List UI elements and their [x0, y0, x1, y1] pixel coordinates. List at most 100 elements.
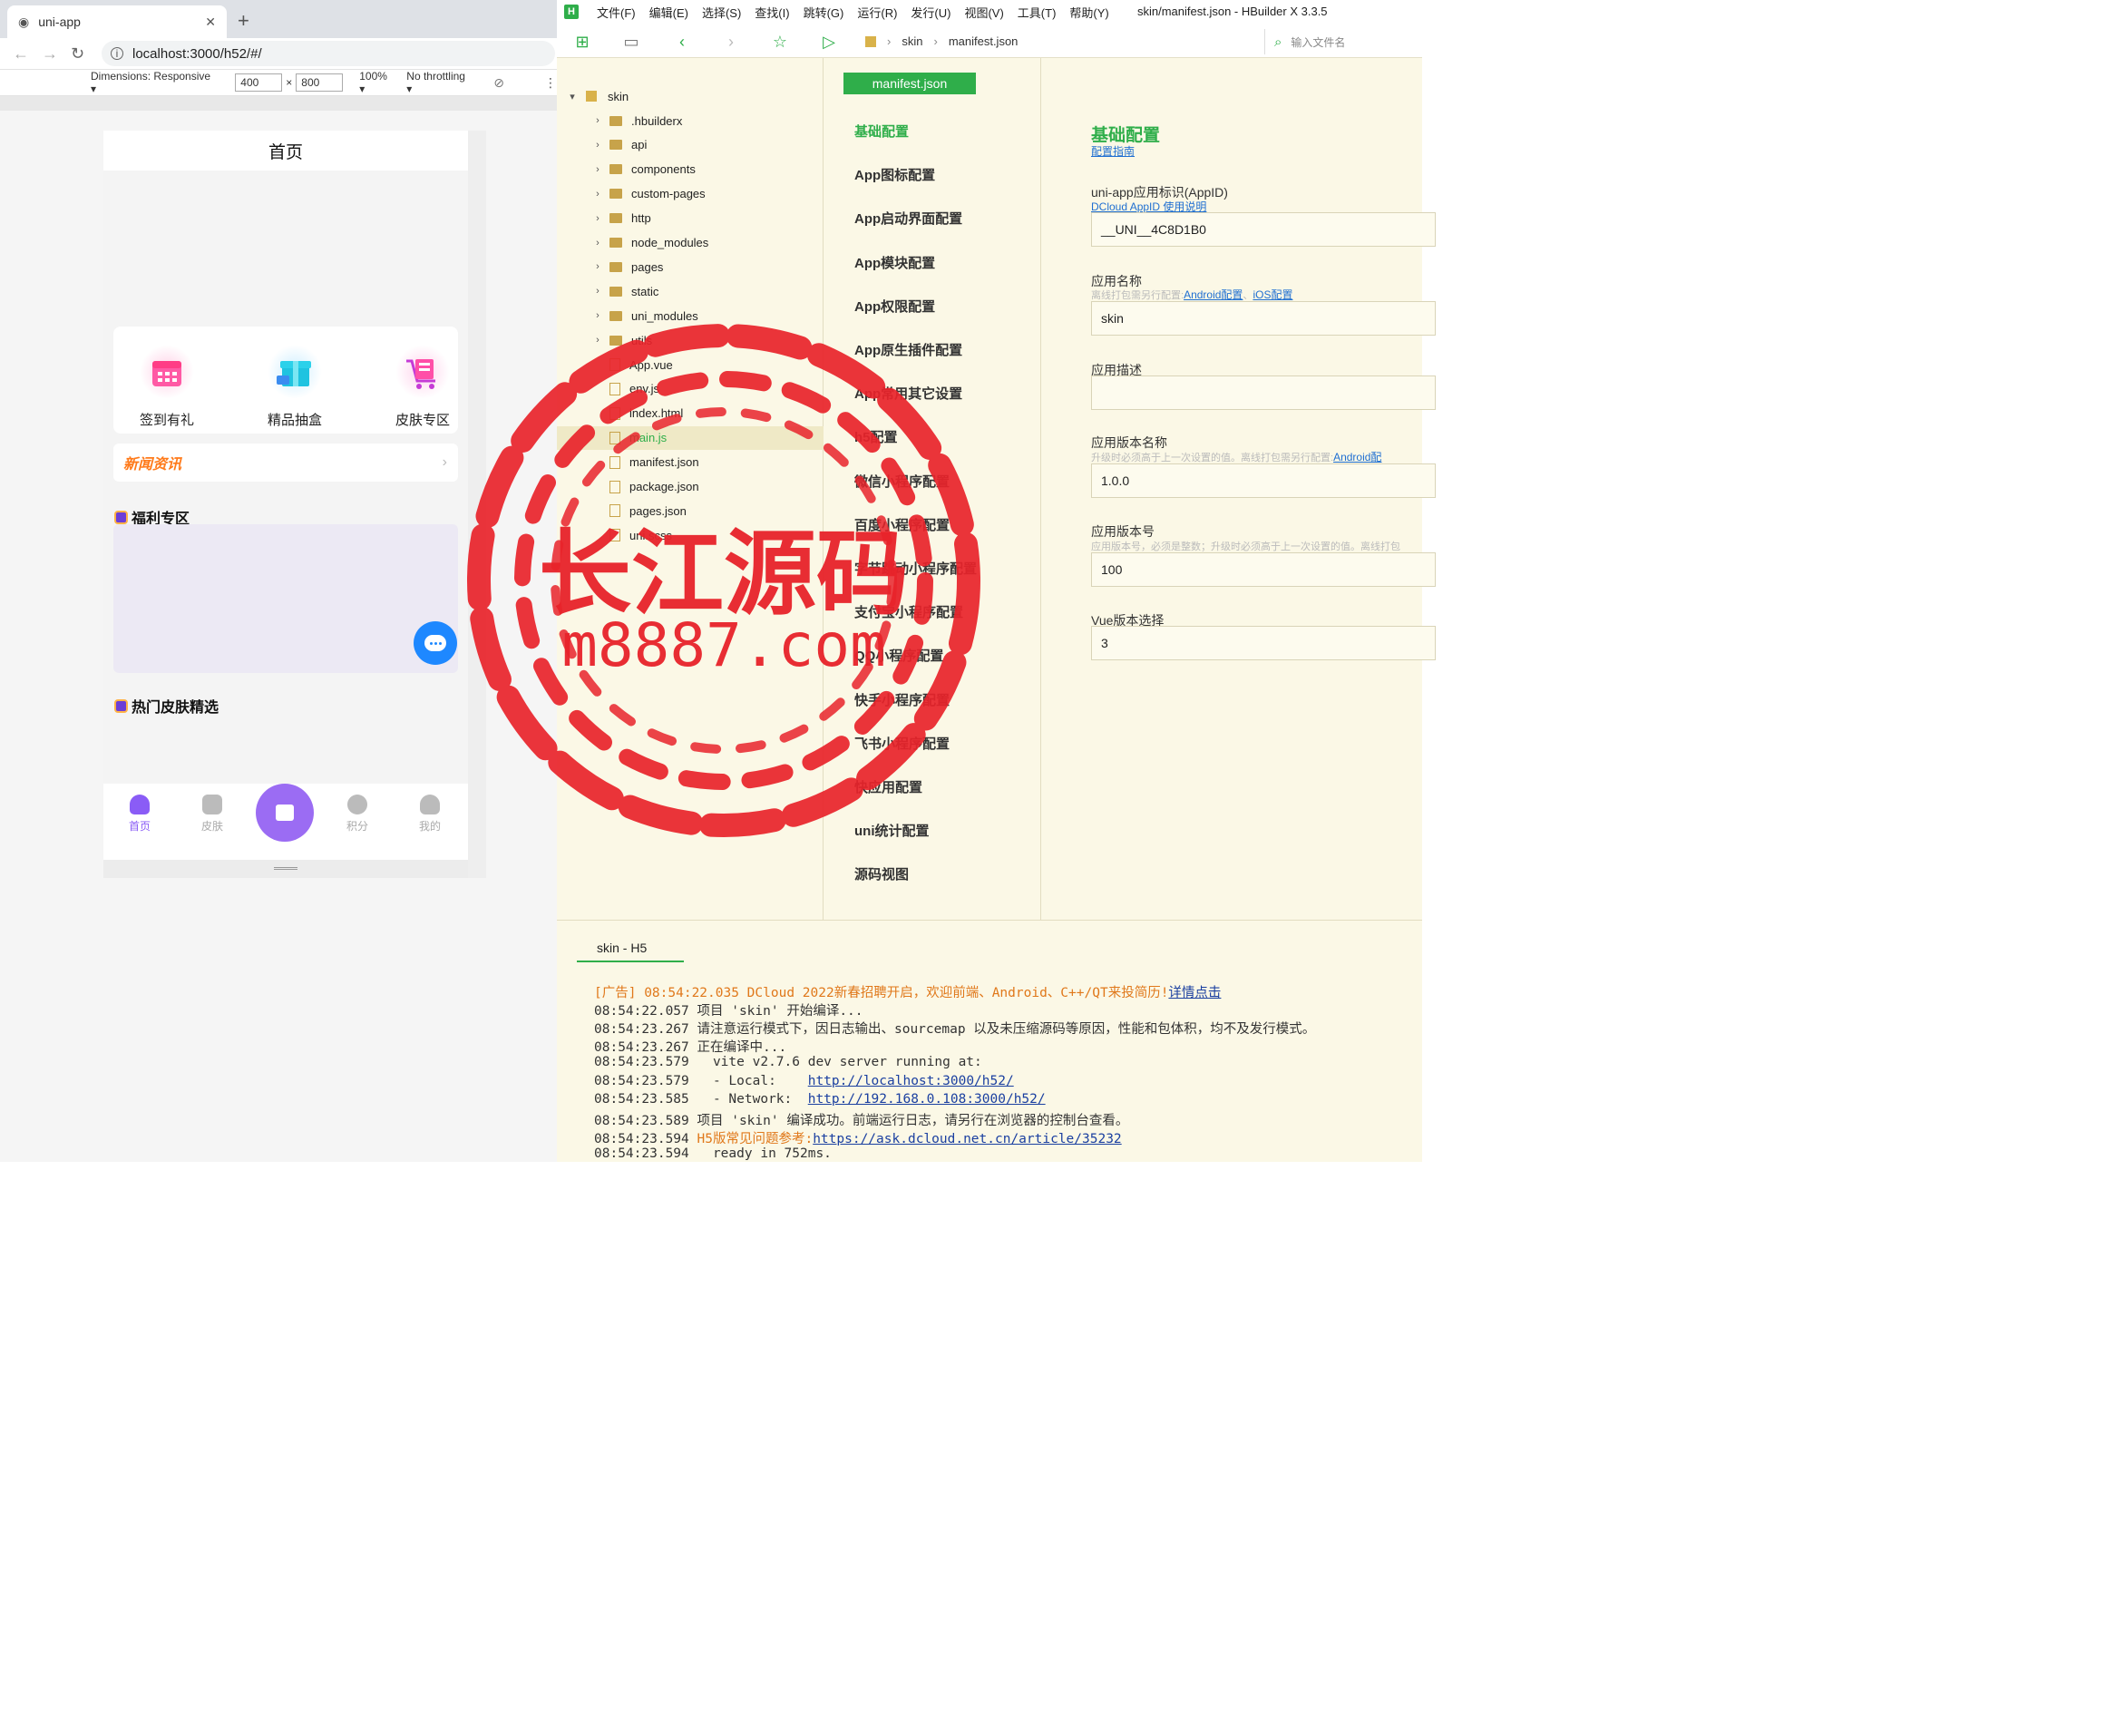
menu-find[interactable]: 查找(I)	[755, 4, 789, 21]
config-nav-item[interactable]: 字节跳动小程序配置	[854, 559, 977, 578]
tree-item[interactable]: › node_modules	[557, 231, 824, 255]
chevron-down-icon[interactable]: ▾	[564, 91, 580, 102]
console-link[interactable]: http://localhost:3000/h52/	[808, 1074, 1014, 1088]
chevron-right-icon[interactable]: ›	[590, 140, 606, 151]
tree-item[interactable]: › uni_modules	[557, 304, 824, 327]
width-input[interactable]: 400	[235, 73, 283, 92]
center-action-button[interactable]	[256, 784, 314, 842]
reload-icon[interactable]: ↻	[71, 44, 84, 63]
config-nav-item[interactable]: 百度小程序配置	[854, 515, 950, 534]
config-nav-item[interactable]: 快应用配置	[854, 777, 922, 796]
tab-points[interactable]: 积分	[330, 795, 385, 834]
chevron-right-icon[interactable]: ›	[590, 238, 606, 249]
new-tab-button[interactable]: +	[238, 9, 249, 33]
tree-root[interactable]: ▾ skin	[557, 84, 824, 108]
vue-version-field[interactable]: 3	[1091, 626, 1436, 660]
console-tab[interactable]: skin - H5	[577, 941, 684, 962]
chevron-right-icon[interactable]: ›	[590, 164, 606, 175]
tree-item[interactable]: index.html	[557, 402, 824, 425]
quick-item-blind-box[interactable]: 精品抽盒	[245, 327, 345, 434]
chevron-right-icon[interactable]: ›	[590, 261, 606, 272]
config-nav-item[interactable]: App启动界面配置	[854, 209, 962, 228]
console-link[interactable]: http://192.168.0.108:3000/h52/	[808, 1092, 1046, 1107]
quick-item-sign-in[interactable]: 签到有礼	[117, 327, 217, 434]
viewport-resize-handle[interactable]	[468, 131, 486, 878]
version-name-field[interactable]: 1.0.0	[1091, 463, 1436, 498]
tree-item[interactable]: › http	[557, 207, 824, 230]
quick-item-skin-zone[interactable]: 皮肤专区	[373, 327, 468, 434]
dimensions-dropdown[interactable]: Dimensions: Responsive ▾	[91, 70, 219, 95]
config-nav-item[interactable]: 基础配置	[854, 122, 909, 141]
tree-item[interactable]: › api	[557, 133, 824, 157]
address-bar[interactable]: i localhost:3000/h52/#/	[102, 41, 555, 66]
menu-file[interactable]: 文件(F)	[597, 4, 636, 21]
bottom-resize-handle[interactable]	[103, 860, 468, 878]
tree-item[interactable]: pages.json	[557, 499, 824, 522]
tree-item[interactable]: App.vue	[557, 353, 824, 376]
tree-item[interactable]: package.json	[557, 475, 824, 499]
info-icon[interactable]: i	[111, 47, 123, 60]
back-icon[interactable]: ‹	[673, 33, 691, 51]
back-arrow-icon[interactable]: ←	[13, 44, 29, 63]
version-code-field[interactable]: 100	[1091, 552, 1436, 587]
chevron-right-icon[interactable]: ›	[590, 213, 606, 224]
zoom-dropdown[interactable]: 100% ▾	[359, 70, 395, 95]
more-icon[interactable]: ⋮	[544, 75, 557, 91]
tree-item[interactable]: main.js	[557, 425, 824, 450]
config-nav-item[interactable]: 支付宝小程序配置	[854, 602, 963, 621]
tree-item[interactable]: › static	[557, 279, 824, 303]
config-guide-link[interactable]: 配置指南	[1091, 143, 1135, 159]
console-link[interactable]: 详情点击	[1168, 986, 1221, 1000]
tree-item[interactable]: › utils	[557, 328, 824, 352]
config-nav-item[interactable]: 飞书小程序配置	[854, 734, 950, 753]
appid-field[interactable]: __UNI__4C8D1B0	[1091, 212, 1436, 247]
config-nav-item[interactable]: QQ小程序配置	[854, 646, 943, 665]
tab-mine[interactable]: 我的	[403, 795, 457, 834]
forward-icon[interactable]: ›	[722, 33, 740, 51]
ios-config-link[interactable]: iOS配置	[1253, 288, 1292, 301]
star-icon[interactable]: ☆	[771, 33, 789, 51]
config-nav-item[interactable]: App图标配置	[854, 165, 935, 184]
config-nav-item[interactable]: App权限配置	[854, 297, 935, 316]
tree-item[interactable]: manifest.json	[557, 451, 824, 474]
android-config-link[interactable]: Android配	[1333, 451, 1381, 463]
chevron-right-icon[interactable]: ›	[590, 335, 606, 346]
news-bar[interactable]: 新闻资讯 ›	[113, 444, 458, 482]
manifest-tab[interactable]: manifest.json	[843, 73, 976, 94]
menu-select[interactable]: 选择(S)	[702, 4, 741, 21]
tree-item[interactable]: › custom-pages	[557, 182, 824, 206]
throttling-dropdown[interactable]: No throttling ▾	[406, 70, 473, 95]
config-nav-item[interactable]: uni统计配置	[854, 821, 930, 840]
config-nav-item[interactable]: App常用其它设置	[854, 384, 962, 403]
tree-item[interactable]: › pages	[557, 255, 824, 278]
config-nav-item[interactable]: 源码视图	[854, 864, 909, 883]
forward-arrow-icon[interactable]: →	[42, 44, 58, 63]
run-icon[interactable]: ▷	[820, 33, 838, 51]
breadcrumb-file[interactable]: manifest.json	[949, 34, 1019, 48]
menu-edit[interactable]: 编辑(E)	[649, 4, 688, 21]
app-desc-field[interactable]	[1091, 375, 1436, 410]
config-nav-item[interactable]: App原生插件配置	[854, 340, 962, 359]
menu-view[interactable]: 视图(V)	[964, 4, 1003, 21]
tree-item[interactable]: › .hbuilderx	[557, 109, 824, 132]
menu-goto[interactable]: 跳转(G)	[804, 4, 844, 21]
config-nav-item[interactable]: 快手小程序配置	[854, 690, 950, 709]
chevron-right-icon[interactable]: ›	[590, 286, 606, 297]
browser-tab[interactable]: ◉ uni-app ✕	[7, 5, 227, 38]
close-icon[interactable]: ✕	[205, 15, 216, 30]
app-name-field[interactable]: skin	[1091, 301, 1436, 336]
config-nav-item[interactable]: App模块配置	[854, 253, 935, 272]
chevron-right-icon[interactable]: ›	[590, 115, 606, 126]
rotate-icon[interactable]: ⊘	[493, 75, 504, 91]
tab-home[interactable]: 首页	[112, 795, 167, 834]
menu-tools[interactable]: 工具(T)	[1018, 4, 1057, 21]
menu-help[interactable]: 帮助(Y)	[1069, 4, 1108, 21]
new-file-icon[interactable]: ⊞	[573, 33, 591, 51]
file-search-input[interactable]: ⌕ 输入文件名	[1264, 29, 1420, 54]
tree-item[interactable]: env.js	[557, 377, 824, 401]
height-input[interactable]: 800	[296, 73, 344, 92]
menu-publish[interactable]: 发行(U)	[911, 4, 950, 21]
breadcrumb-project[interactable]: skin	[902, 34, 922, 48]
chat-button[interactable]	[414, 621, 457, 665]
welfare-banner[interactable]	[113, 524, 458, 673]
